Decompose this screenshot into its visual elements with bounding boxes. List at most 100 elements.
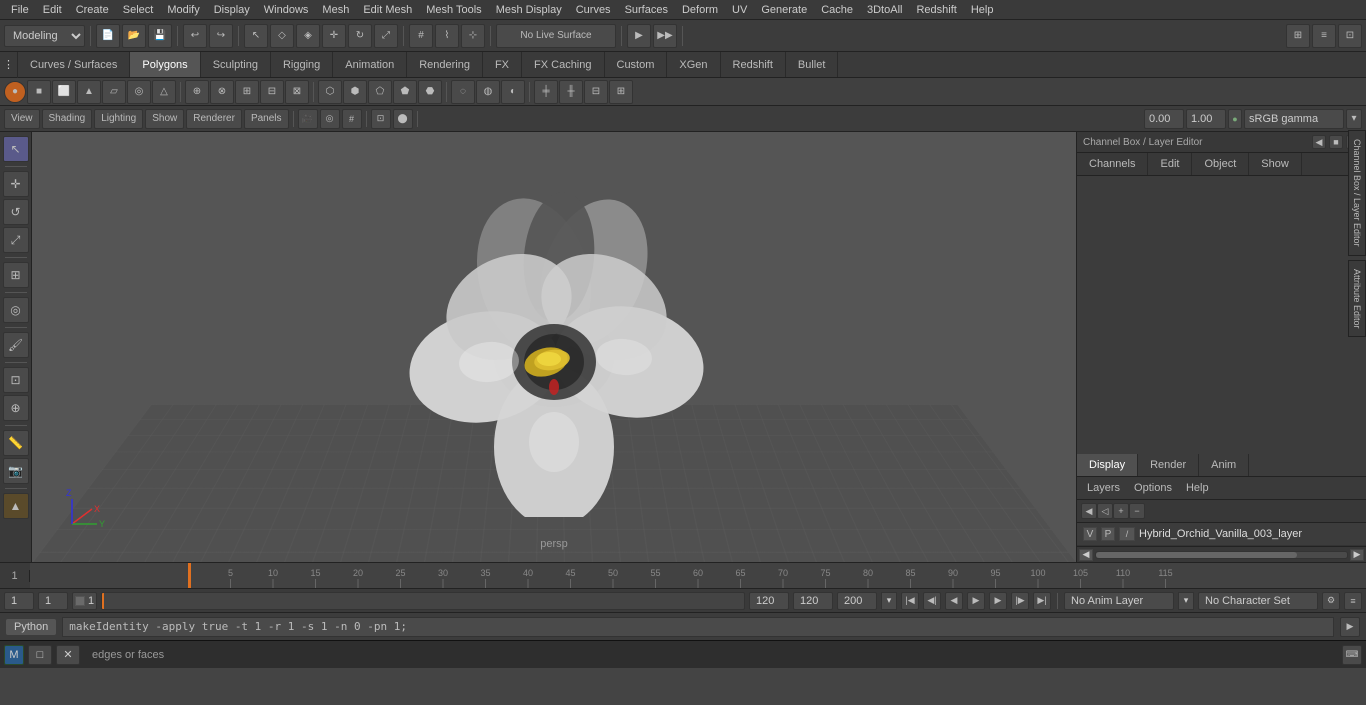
current-frame-field[interactable]: 1 — [4, 592, 34, 610]
viewport[interactable]: persp X Y Z — [32, 132, 1076, 562]
tab-animation[interactable]: Animation — [333, 52, 407, 77]
save-file-button[interactable]: 💾 — [148, 24, 172, 48]
menu-select[interactable]: Select — [116, 2, 161, 18]
prev-key-btn[interactable]: ◀| — [923, 592, 941, 610]
cb-collapse-btn[interactable]: ◀ — [1312, 135, 1326, 149]
layer-new-btn[interactable]: + — [1113, 503, 1129, 519]
tab-rigging[interactable]: Rigging — [271, 52, 333, 77]
plane-btn[interactable]: ▱ — [102, 80, 126, 104]
shading-menu-btn[interactable]: Shading — [42, 109, 93, 129]
cone-btn[interactable]: ▲ — [77, 80, 101, 104]
channel-box-button[interactable]: ≡ — [1312, 24, 1336, 48]
live-surface-dropdown[interactable]: No Live Surface — [496, 24, 616, 48]
menu-create[interactable]: Create — [69, 2, 116, 18]
combine-btn[interactable]: ⊕ — [185, 80, 209, 104]
layer-scrollbar[interactable]: ◀ ▶ — [1077, 546, 1366, 562]
menu-surfaces[interactable]: Surfaces — [618, 2, 675, 18]
redo-button[interactable]: ↪ — [209, 24, 233, 48]
layer-delete-btn[interactable]: − — [1129, 503, 1145, 519]
cb-pin-btn[interactable]: ■ — [1329, 135, 1343, 149]
rotate-btn[interactable]: ↺ — [3, 199, 29, 225]
sculpt-btn[interactable]: ◐ — [501, 80, 525, 104]
open-file-button[interactable]: 📂 — [122, 24, 146, 48]
layer-arrow-left-btn[interactable]: ◀ — [1081, 503, 1097, 519]
extract-btn[interactable]: ⊞ — [235, 80, 259, 104]
tab-rendering[interactable]: Rendering — [407, 52, 483, 77]
anim-tab[interactable]: Anim — [1199, 454, 1249, 476]
view-menu-btn[interactable]: View — [4, 109, 40, 129]
channels-btn[interactable]: Channels — [1077, 153, 1148, 175]
channel-box-side-label[interactable]: Channel Box / Layer Editor — [1348, 130, 1366, 256]
options-subtab[interactable]: Options — [1130, 480, 1176, 496]
vp-wireframe-btn[interactable]: ⊡ — [371, 109, 391, 129]
menu-modify[interactable]: Modify — [160, 2, 206, 18]
object-btn[interactable]: Object — [1192, 153, 1249, 175]
menu-3dtall[interactable]: 3DtoAll — [860, 2, 909, 18]
menu-cache[interactable]: Cache — [814, 2, 860, 18]
prism-btn[interactable]: △ — [152, 80, 176, 104]
mirror-btn[interactable]: ⊠ — [285, 80, 309, 104]
taskbar-close-btn[interactable]: ✕ — [56, 645, 80, 665]
show-btn[interactable]: Show — [1249, 153, 1302, 175]
tab-fx[interactable]: FX — [483, 52, 522, 77]
sculpt-paint-btn[interactable]: 🖌 — [3, 332, 29, 358]
insert-edge-btn[interactable]: ╪ — [534, 80, 558, 104]
render-tab[interactable]: Render — [1138, 454, 1199, 476]
renderer-menu-btn[interactable]: Renderer — [186, 109, 242, 129]
scale-btn[interactable]: ⤢ — [3, 227, 29, 253]
camera-rotate-value[interactable]: 0.00 — [1144, 109, 1184, 129]
menu-uv[interactable]: UV — [725, 2, 754, 18]
timeline-ruler[interactable]: 5101520253035404550556065707580859095100… — [30, 563, 1366, 588]
layer-visibility-btn[interactable]: V — [1083, 527, 1097, 541]
slide-edge-btn[interactable]: ⊟ — [584, 80, 608, 104]
extrude-btn[interactable]: ⬡ — [318, 80, 342, 104]
char-set-options-btn[interactable]: ⚙ — [1322, 592, 1340, 610]
new-file-button[interactable]: 📄 — [96, 24, 120, 48]
show-menu-btn[interactable]: Show — [145, 109, 184, 129]
snap-curve-button[interactable]: ⌇ — [435, 24, 459, 48]
help-subtab[interactable]: Help — [1182, 480, 1213, 496]
preview-checkbox[interactable]: 1 — [72, 592, 97, 610]
menu-curves[interactable]: Curves — [569, 2, 618, 18]
mode-dropdown[interactable]: ModelingRiggingAnimationFXRendering — [4, 25, 85, 47]
transform-btn[interactable]: ✛ — [3, 171, 29, 197]
camera-btn[interactable]: 📷 — [3, 458, 29, 484]
color-space-dropdown[interactable]: ▾ — [1346, 109, 1362, 129]
scroll-right-btn[interactable]: ▶ — [1350, 549, 1364, 561]
show-manip-btn[interactable]: ⊡ — [3, 367, 29, 393]
transform-panel-button[interactable]: ⊞ — [1286, 24, 1310, 48]
attr-editor-button[interactable]: ⊡ — [1338, 24, 1362, 48]
scroll-left-btn[interactable]: ◀ — [1079, 549, 1093, 561]
layer-color-btn[interactable]: / — [1119, 527, 1135, 541]
field2[interactable]: 1 — [38, 592, 68, 610]
boolean-btn[interactable]: ⊟ — [260, 80, 284, 104]
color-space-label[interactable]: sRGB gamma — [1244, 109, 1344, 129]
next-key-btn[interactable]: |▶ — [1011, 592, 1029, 610]
tab-scroll-left[interactable]: ⋮ — [0, 52, 18, 78]
snap-point-button[interactable]: ⊹ — [461, 24, 485, 48]
torus-btn[interactable]: ◎ — [127, 80, 151, 104]
vp-camera-icon[interactable]: 🎥 — [298, 109, 318, 129]
range-end-field[interactable]: 120 — [749, 592, 789, 610]
menu-redshift[interactable]: Redshift — [909, 2, 963, 18]
range-dropdown-btn[interactable]: ▾ — [881, 592, 897, 610]
edit-btn[interactable]: Edit — [1148, 153, 1192, 175]
offset-edge-btn[interactable]: ╫ — [559, 80, 583, 104]
python-label[interactable]: Python — [6, 619, 56, 635]
select-mode-btn[interactable]: ↖ — [3, 136, 29, 162]
vp-smooth-btn[interactable]: ⬤ — [393, 109, 413, 129]
keyboard-shortcut-btn[interactable]: ⌨ — [1342, 645, 1362, 665]
playback-end-field[interactable]: 120 — [793, 592, 833, 610]
tab-redshift[interactable]: Redshift — [721, 52, 786, 77]
layers-subtab[interactable]: Layers — [1083, 480, 1124, 496]
camera-focal-value[interactable]: 1.00 — [1186, 109, 1226, 129]
attribute-editor-side-label[interactable]: Attribute Editor — [1348, 260, 1366, 338]
menu-edit[interactable]: Edit — [36, 2, 69, 18]
connect-btn[interactable]: ⊞ — [609, 80, 633, 104]
bridge-btn[interactable]: ⬢ — [343, 80, 367, 104]
tab-xgen[interactable]: XGen — [667, 52, 720, 77]
undo-button[interactable]: ↩ — [183, 24, 207, 48]
total-frames-field[interactable]: 200 — [837, 592, 877, 610]
render-button[interactable]: ▶ — [627, 24, 651, 48]
cube-btn[interactable]: ■ — [27, 80, 51, 104]
